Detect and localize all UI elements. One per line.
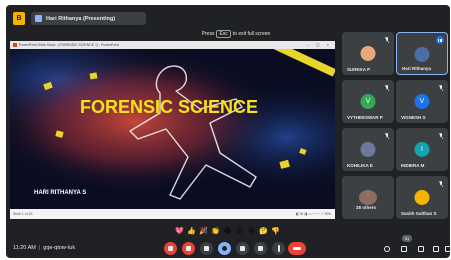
participant-tile-others[interactable]: 28 others [342,176,394,219]
toast-text-before: Press [201,30,215,37]
reaction-thinking-icon[interactable]: 🤔 [259,227,268,236]
slideshow-statusbar: Slide 1 of 13 ◧ ⊞ ◨ ▭ ─── + 76% [10,209,335,219]
present-screen-icon [240,246,245,251]
mic-off-icon [439,133,443,139]
reaction-thumbs-up-icon[interactable]: 👍 [187,227,196,236]
present-button[interactable] [236,242,249,255]
captions-icon [204,246,209,251]
participant-name: VIGNESH S [401,115,426,120]
reaction-sad-icon[interactable]: 😢 [247,227,256,236]
participant-tile-vignesh[interactable]: V VIGNESH S [396,80,448,123]
fullscreen-toast: Press Esc to exit full screen [196,27,276,40]
bottom-bar: 11:20 AM | gqe-qtow-tuk 51 [6,235,450,258]
camera-off-icon [186,246,191,251]
more-vert-icon [277,245,280,252]
meeting-details-button[interactable] [382,244,391,253]
speaking-indicator-icon [436,36,444,44]
meeting-code: gqe-qtow-tuk [43,245,76,251]
slideshow-titlebar: PowerPoint Slide Show - [FORENSIC SCIENC… [10,41,335,49]
avatar: I [414,142,430,157]
participant-tile-hari-rithanya[interactable]: Hari Rithanya [396,32,448,75]
participant-name: KOHILIKA E [347,163,373,168]
powerpoint-icon [13,43,17,47]
avatar: V [360,94,376,109]
reaction-party-icon[interactable]: 🎉 [199,227,208,236]
view-controls[interactable]: ◧ ⊞ ◨ ▭ ─── + 76% [296,212,331,216]
participant-name: Sasith Sulthan S [401,211,437,216]
mic-off-icon [439,85,443,91]
people-icon [400,245,407,252]
slideshow-window-title: PowerPoint Slide Show - [FORENSIC SCIENC… [19,43,119,47]
current-time: 11:20 AM [13,245,36,251]
captions-button[interactable] [200,242,213,255]
activities-button[interactable] [431,244,440,253]
avatar [414,47,430,62]
lock-icon [444,245,450,252]
participant-name: SUREKA P [347,67,371,72]
avatar [360,142,376,157]
microphone-button[interactable] [164,242,177,255]
chat-icon [417,245,424,252]
info-icon [383,245,390,252]
reactions-button[interactable] [218,242,231,255]
participant-name: 28 others [356,205,377,210]
participant-tile-sasith[interactable]: Sasith Sulthan S [396,176,448,219]
participant-tile-kohilika[interactable]: KOHILIKA E [342,128,394,171]
avatar: V [414,94,430,109]
reaction-clap-icon[interactable]: 👏 [211,227,220,236]
meeting-badge-label: B [16,15,22,22]
hangup-icon [293,247,301,250]
mic-off-icon [168,246,173,251]
participant-tile-sureka[interactable]: SUREKA P [342,32,394,75]
meeting-badge[interactable]: B [13,12,25,25]
people-button[interactable] [399,244,408,253]
participant-name: VYTHEESWAR P [347,115,383,120]
slide-title: FORENSIC SCIENCE [80,97,259,117]
slide-background-art [10,49,335,209]
chat-button[interactable] [416,244,425,253]
host-controls-button[interactable] [443,244,450,253]
avatar [414,190,430,205]
presenting-indicator[interactable]: Hari Rithanya (Presenting) [31,12,146,25]
mic-off-icon [385,37,389,43]
avatar [359,190,377,205]
more-options-button[interactable] [272,242,285,255]
presenting-label: Hari Rithanya (Presenting) [46,15,116,22]
esc-key: Esc [216,29,231,38]
raise-hand-button[interactable] [254,242,267,255]
mic-off-icon [385,85,389,91]
mic-off-icon [385,133,389,139]
reaction-bar: 💖 👍 🎉 👏 😂 😮 😢 🤔 👎 [175,227,280,236]
reaction-laugh-icon[interactable]: 😂 [223,227,232,236]
hand-icon [258,246,263,251]
mic-off-icon [439,181,443,187]
emoji-icon [222,246,227,251]
reaction-heart-icon[interactable]: 💖 [175,227,184,236]
people-count-badge: 51 [402,235,412,242]
slide-counter: Slide 1 of 13 [13,212,33,216]
camera-button[interactable] [182,242,195,255]
participant-name: Hari Rithanya [402,66,432,71]
reaction-surprised-icon[interactable]: 😮 [235,227,244,236]
presentation-icon [35,15,42,22]
participant-name: INDIERA M [401,163,425,168]
presentation-stage: PowerPoint Slide Show - [FORENSIC SCIENC… [10,41,335,219]
leave-call-button[interactable] [288,242,306,255]
slide: FORENSIC SCIENCE HARI RITHANYA S [10,49,335,209]
participant-tile-vytheeswar[interactable]: V VYTHEESWAR P [342,80,394,123]
meeting-info: 11:20 AM | gqe-qtow-tuk [13,245,76,251]
avatar [360,46,376,61]
participant-tile-indiera[interactable]: I INDIERA M [396,128,448,171]
slide-author: HARI RITHANYA S [34,190,87,196]
meet-window: B Hari Rithanya (Presenting) Press Esc t… [6,5,450,258]
reaction-thumbs-down-icon[interactable]: 👎 [271,227,280,236]
activities-icon [432,245,439,252]
window-controls[interactable]: – ▢ × [306,42,332,47]
toast-text-after: to exit full screen [232,30,271,37]
